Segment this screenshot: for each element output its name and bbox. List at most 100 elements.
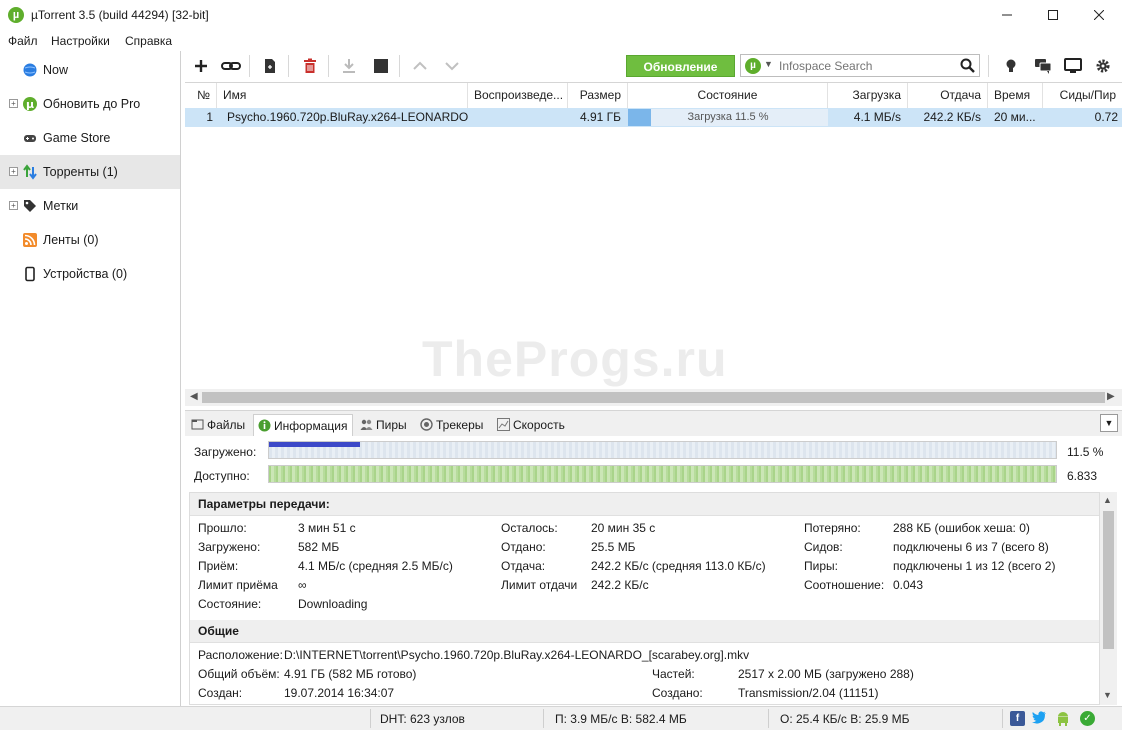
- gamepad-icon: [24, 135, 36, 142]
- toolbar-separator: [328, 55, 329, 77]
- scroll-left-icon[interactable]: ◀: [190, 391, 198, 402]
- status-separator: [543, 709, 544, 728]
- rss-icon: [23, 233, 37, 247]
- close-icon: [1093, 9, 1105, 21]
- status-ok-check-icon[interactable]: ✓: [1080, 711, 1095, 726]
- expand-toggle[interactable]: +: [9, 201, 18, 210]
- upload-status[interactable]: О: 25.4 КБ/с В: 25.9 МБ: [780, 712, 909, 726]
- expand-toggle[interactable]: +: [9, 167, 18, 176]
- scrollbar-thumb[interactable]: [1103, 511, 1114, 649]
- add-url-button[interactable]: [219, 55, 243, 77]
- sidebar-item-game-store[interactable]: Game Store: [0, 121, 180, 155]
- sidebar-item-labels[interactable]: + Метки: [0, 189, 180, 223]
- facebook-icon[interactable]: f: [1010, 711, 1025, 726]
- sidebar-item-label: Торренты (1): [43, 165, 118, 179]
- window-title: µTorrent 3.5 (build 44294) [32-bit]: [31, 8, 209, 22]
- start-download-button[interactable]: [337, 55, 361, 77]
- maximize-icon: [1048, 10, 1058, 20]
- expand-toggle[interactable]: +: [9, 99, 18, 108]
- tab-files[interactable]: Файлы: [187, 414, 251, 437]
- speed-chart-icon: [497, 418, 510, 431]
- tab-speed[interactable]: Скорость: [493, 414, 569, 437]
- menu-help[interactable]: Справка: [125, 34, 172, 48]
- menu-settings[interactable]: Настройки: [51, 34, 110, 48]
- column-header-playback[interactable]: Воспроизведе...: [468, 83, 568, 108]
- move-up-button[interactable]: [408, 55, 432, 77]
- download-arrow-icon: [343, 59, 355, 73]
- create-torrent-button[interactable]: [258, 55, 282, 77]
- android-icon[interactable]: [1055, 711, 1070, 726]
- location-value: D:\INTERNET\torrent\Psycho.1960.720p.Blu…: [284, 648, 750, 662]
- add-torrent-button[interactable]: [189, 55, 213, 77]
- info-value: 242.2 КБ/с: [591, 578, 649, 592]
- column-header-name[interactable]: Имя: [217, 83, 468, 108]
- update-button[interactable]: Обновление: [626, 55, 735, 77]
- menu-file[interactable]: Файл: [8, 34, 38, 48]
- download-status[interactable]: П: 3.9 МБ/с В: 582.4 МБ: [555, 712, 687, 726]
- utorrent-search-icon[interactable]: µ: [745, 58, 761, 74]
- minimize-icon: [1002, 14, 1012, 16]
- column-header-number[interactable]: №: [185, 83, 217, 108]
- info-key: Соотношение:: [804, 578, 885, 592]
- watermark: TheProgs.ru: [422, 331, 728, 387]
- tips-button[interactable]: [999, 55, 1023, 77]
- chat-icon: [1035, 59, 1052, 74]
- scroll-down-icon[interactable]: ▼: [1103, 690, 1112, 700]
- status-separator: [1002, 709, 1003, 728]
- info-value: Downloading: [298, 597, 368, 611]
- info-key: Лимит отдачи: [501, 578, 578, 592]
- trash-icon: [304, 58, 316, 73]
- maximize-button[interactable]: [1030, 0, 1076, 31]
- twitter-icon[interactable]: [1032, 711, 1047, 726]
- minimize-button[interactable]: [984, 0, 1030, 31]
- scroll-right-icon[interactable]: ▶: [1107, 391, 1115, 402]
- total-size-label: Общий объём:: [198, 667, 280, 681]
- scroll-up-icon[interactable]: ▲: [1103, 495, 1112, 505]
- vertical-scrollbar[interactable]: ▲ ▼: [1100, 492, 1117, 705]
- row-ratio: 0.72: [1094, 110, 1118, 124]
- transfer-section-header: Параметры передачи:: [190, 493, 1099, 516]
- close-button[interactable]: [1076, 0, 1122, 31]
- search-icon[interactable]: [960, 58, 975, 73]
- settings-button[interactable]: [1091, 55, 1115, 77]
- column-header-ratio[interactable]: Сиды/Пир: [1043, 83, 1122, 108]
- table-row[interactable]: 1 Psycho.1960.720p.BluRay.x264-LEONARDO_…: [185, 108, 1122, 127]
- column-header-download[interactable]: Загрузка: [828, 83, 908, 108]
- collapse-panel-button[interactable]: ▼: [1100, 414, 1118, 432]
- info-value: подключены 1 из 12 (всего 2): [893, 559, 1056, 573]
- column-header-upload[interactable]: Отдача: [908, 83, 988, 108]
- chat-button[interactable]: [1031, 55, 1055, 77]
- scrollbar-thumb[interactable]: [202, 392, 1105, 403]
- remove-torrent-button[interactable]: [298, 55, 322, 77]
- move-down-button[interactable]: [440, 55, 464, 77]
- search-input[interactable]: [779, 57, 954, 74]
- sidebar-item-feeds[interactable]: Ленты (0): [0, 223, 180, 257]
- horizontal-scrollbar[interactable]: ◀ ▶: [185, 389, 1122, 406]
- info-value: 20 мин 35 с: [591, 521, 656, 535]
- caret-down-icon[interactable]: ▼: [764, 59, 773, 69]
- toolbar-separator: [288, 55, 289, 77]
- sidebar-item-now[interactable]: Now: [0, 53, 180, 87]
- tab-peers[interactable]: Пиры: [356, 414, 413, 437]
- info-key: Приём:: [198, 559, 239, 573]
- double-chevron-down-icon: ▼: [1104, 418, 1114, 428]
- sidebar-item-torrents[interactable]: + Торренты (1): [0, 155, 180, 189]
- info-value: 288 КБ (ошибок хеша: 0): [893, 521, 1030, 535]
- available-label: Доступно:: [194, 469, 250, 483]
- total-size-value: 4.91 ГБ (582 МБ готово): [284, 667, 417, 681]
- column-header-status[interactable]: Состояние: [628, 83, 828, 108]
- stop-button[interactable]: [369, 55, 393, 77]
- tab-trackers[interactable]: Трекеры: [416, 414, 491, 437]
- sidebar-item-devices[interactable]: Устройства (0): [0, 257, 180, 291]
- column-header-time[interactable]: Время: [988, 83, 1043, 108]
- sidebar-item-upgrade-pro[interactable]: + µ Обновить до Pro: [0, 87, 180, 121]
- info-key: Отдача:: [501, 559, 546, 573]
- tab-information[interactable]: Информация: [253, 414, 353, 437]
- general-section-header: Общие: [190, 620, 1099, 643]
- row-playback: [468, 108, 568, 127]
- column-header-size[interactable]: Размер: [568, 83, 628, 108]
- new-file-icon: [265, 59, 275, 73]
- created-by-value: Transmission/2.04 (11151): [738, 686, 879, 700]
- info-key: Сидов:: [804, 540, 843, 554]
- remote-button[interactable]: [1061, 55, 1085, 77]
